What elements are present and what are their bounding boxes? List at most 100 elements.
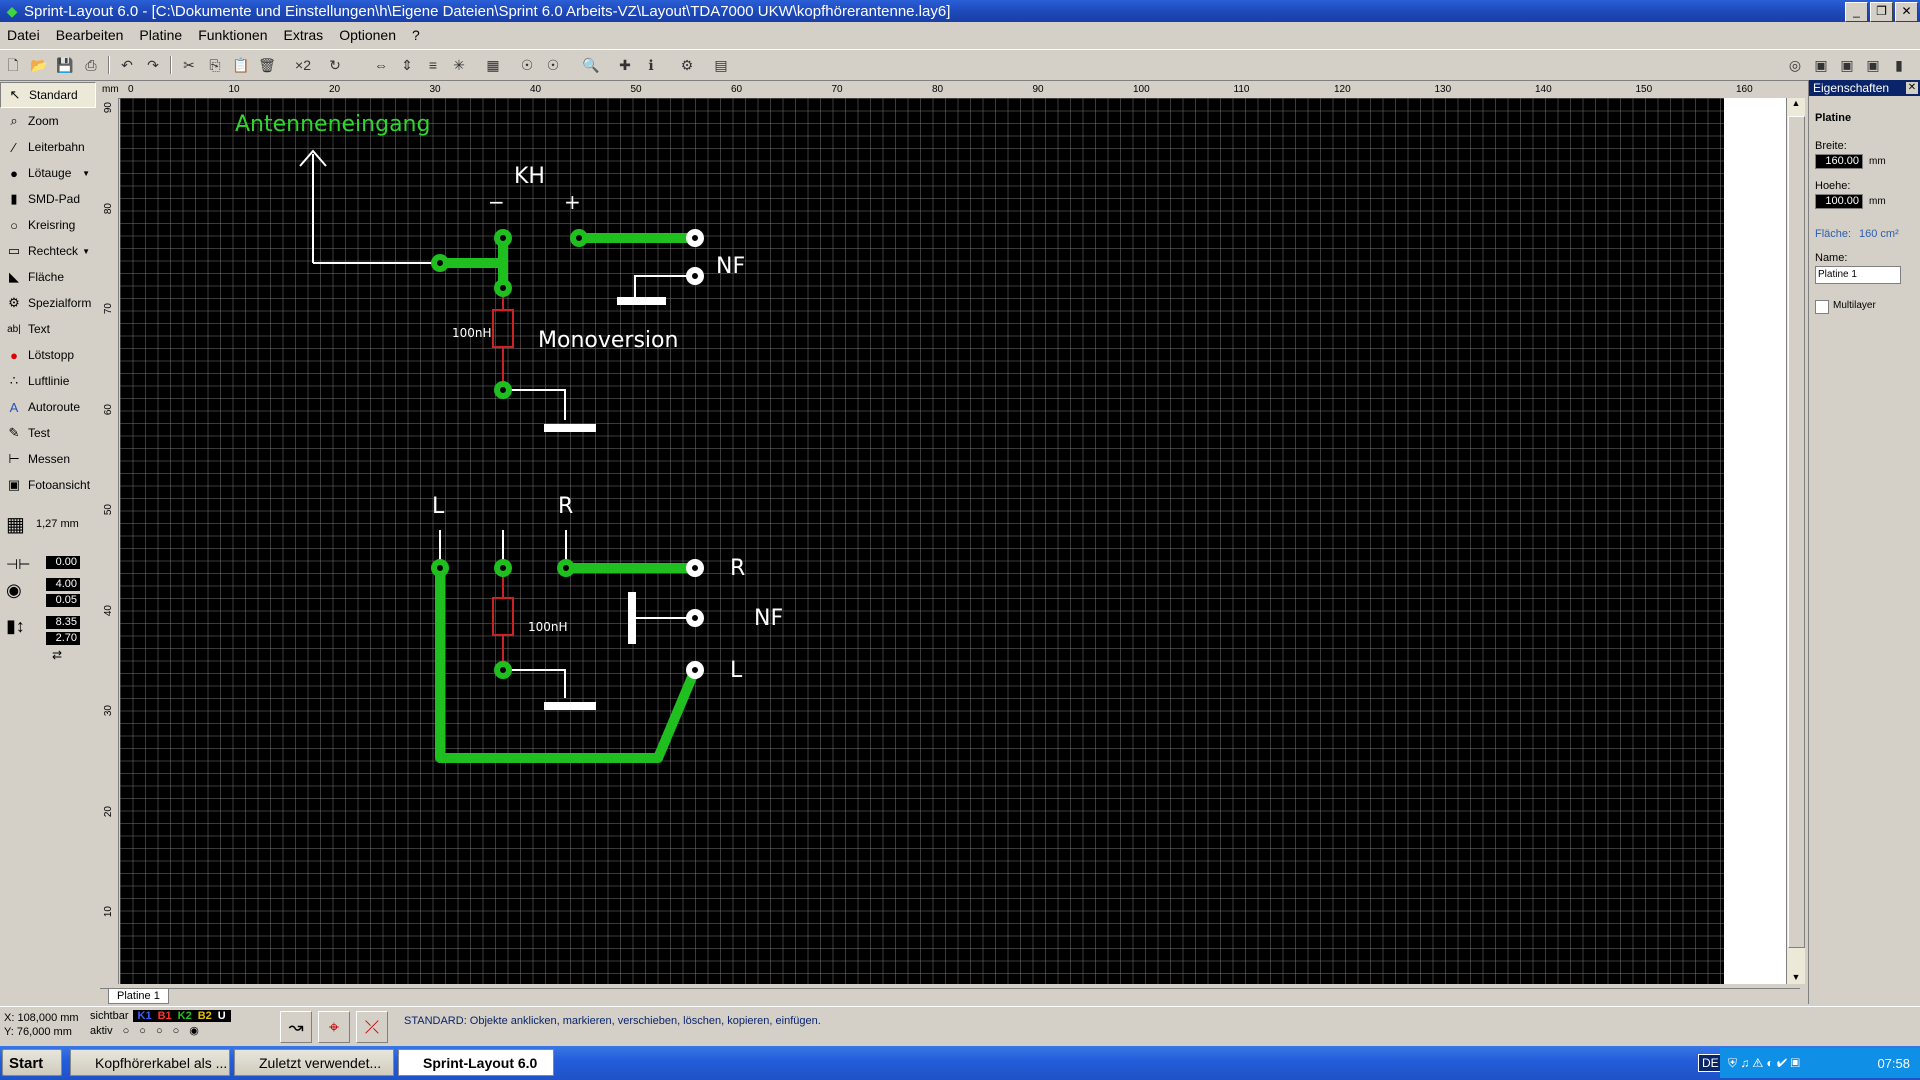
close-icon[interactable]: ✕ xyxy=(1906,82,1918,94)
hoehe-input[interactable]: 100.00 xyxy=(1815,194,1863,209)
vertical-scrollbar[interactable]: ▲ ▼ xyxy=(1786,98,1805,984)
lock-icon[interactable]: ☉ xyxy=(516,54,538,76)
task-browser[interactable]: Kopfhörerkabel als ... xyxy=(70,1049,230,1076)
chevron-down-icon[interactable]: ▼ xyxy=(82,169,90,178)
radio-k2[interactable]: ○ xyxy=(156,1025,163,1037)
scroll-up-icon[interactable]: ▲ xyxy=(1787,98,1805,108)
breite-input[interactable]: 160.00 xyxy=(1815,154,1863,169)
tray-icons[interactable]: ⛨ ♫ ⚠ ◐ ✔ ▣ xyxy=(1720,1056,1800,1071)
group-icon[interactable]: ▦ xyxy=(482,54,504,76)
layer-icon[interactable]: ▮ xyxy=(1888,54,1910,76)
rotate-icon[interactable]: ↻ xyxy=(324,54,346,76)
open-file-icon[interactable]: 📂 xyxy=(28,54,50,76)
layer-b1[interactable]: B1 xyxy=(155,1010,175,1022)
date-icon[interactable]: ▤ xyxy=(710,54,732,76)
info-icon[interactable]: ℹ xyxy=(640,54,662,76)
new-file-icon[interactable]: 🗋 xyxy=(2,54,24,76)
tool-flaeche[interactable]: ◣ Fläche xyxy=(0,264,96,290)
task-explorer[interactable]: Zuletzt verwendet... xyxy=(234,1049,394,1076)
drc-icon[interactable]: ▣ xyxy=(1862,54,1884,76)
menu-help[interactable]: ? xyxy=(405,27,429,43)
radio-b1[interactable]: ○ xyxy=(139,1025,146,1037)
mirror-h-icon[interactable]: ⇔ xyxy=(370,54,392,76)
settings-gear-icon[interactable]: ⚙ xyxy=(676,54,698,76)
tool-rechteck[interactable]: ▭ Rechteck ▼ xyxy=(0,238,96,264)
ring-icon[interactable]: ◎ xyxy=(1784,54,1806,76)
swap-icon[interactable]: ⇄ xyxy=(52,648,62,662)
r1-icon[interactable]: ▣ xyxy=(1810,54,1832,76)
tool-test[interactable]: ✎ Test xyxy=(0,420,96,446)
grid-icon[interactable]: ▦ xyxy=(6,514,28,536)
menu-funktionen[interactable]: Funktionen xyxy=(191,27,276,43)
menu-optionen[interactable]: Optionen xyxy=(332,27,405,43)
redo-icon[interactable]: ↷ xyxy=(142,54,164,76)
no-connect-icon[interactable]: ⤫ xyxy=(356,1011,388,1043)
pad-inner-input[interactable]: 0.05 xyxy=(46,594,80,607)
tool-kreisring[interactable]: ○ Kreisring xyxy=(0,212,96,238)
menu-platine[interactable]: Platine xyxy=(132,27,191,43)
tool-standard[interactable]: ↖ Standard xyxy=(0,82,96,108)
tool-smd-pad[interactable]: ▮ SMD-Pad xyxy=(0,186,96,212)
rubberband-icon[interactable]: ↝ xyxy=(280,1011,312,1043)
tool-zoom[interactable]: ⌕ Zoom xyxy=(0,108,96,134)
scroll-down-icon[interactable]: ▼ xyxy=(1787,972,1805,982)
menu-extras[interactable]: Extras xyxy=(277,27,333,43)
tool-autoroute[interactable]: A Autoroute xyxy=(0,394,96,420)
language-indicator[interactable]: DE xyxy=(1698,1054,1723,1072)
align-icon[interactable]: ≡ xyxy=(422,54,444,76)
copy-icon[interactable]: ⎘ xyxy=(204,54,226,76)
tab-platine-1[interactable]: Platine 1 xyxy=(108,989,169,1004)
name-input[interactable]: Platine 1 xyxy=(1815,266,1901,284)
tool-spezialform[interactable]: ⚙ Spezialform xyxy=(0,290,96,316)
radio-u[interactable]: ◉ xyxy=(189,1024,199,1037)
pcb-canvas[interactable]: Antenneneingang KH − + NF 100nH Monovers… xyxy=(120,98,1724,984)
smd-width-input[interactable]: 8.35 xyxy=(46,616,80,629)
mirror-v-icon[interactable]: ⇕ xyxy=(396,54,418,76)
tool-leiterbahn[interactable]: ∕ Leiterbahn xyxy=(0,134,96,160)
track-width-icon[interactable]: ⊣⊢ xyxy=(6,556,30,573)
layer-k2[interactable]: K2 xyxy=(175,1010,195,1022)
layer-k1[interactable]: K1 xyxy=(135,1010,155,1022)
menu-datei[interactable]: Datei xyxy=(0,27,49,43)
track-width-input[interactable]: 0.00 xyxy=(46,556,80,569)
undo-icon[interactable]: ↶ xyxy=(116,54,138,76)
close-button[interactable]: ✕ xyxy=(1895,2,1918,22)
radio-k1[interactable]: ○ xyxy=(123,1025,130,1037)
layer-u[interactable]: U xyxy=(215,1010,229,1022)
save-icon[interactable]: 💾 xyxy=(54,54,76,76)
ruler-top-label: 100 xyxy=(1133,84,1150,95)
unlock-icon[interactable]: ☉ xyxy=(542,54,564,76)
tool-luftlinie[interactable]: ∴ Luftlinie xyxy=(0,368,96,394)
zoom-search-icon[interactable]: 🔍 xyxy=(580,54,602,76)
snap-icon[interactable]: ✳ xyxy=(448,54,470,76)
grid-value[interactable]: 1,27 mm xyxy=(36,518,79,530)
start-button[interactable]: Start xyxy=(2,1049,62,1076)
connect-icon[interactable]: ✚ xyxy=(614,54,636,76)
layer-b2[interactable]: B2 xyxy=(195,1010,215,1022)
duplicate-icon[interactable]: ×2 xyxy=(292,54,314,76)
task-sprint-layout[interactable]: Sprint-Layout 6.0 xyxy=(398,1049,554,1076)
smd-size-icon[interactable]: ▮↕ xyxy=(6,616,25,637)
pad-outer-input[interactable]: 4.00 xyxy=(46,578,80,591)
cut-icon[interactable]: ✂ xyxy=(178,54,200,76)
tool-loetauge[interactable]: ● Lötauge ▼ xyxy=(0,160,96,186)
chevron-down-icon[interactable]: ▼ xyxy=(82,247,90,256)
ruler-top-label: 140 xyxy=(1535,84,1552,95)
minimize-button[interactable]: _ xyxy=(1845,2,1868,22)
radio-b2[interactable]: ○ xyxy=(173,1025,180,1037)
menu-bearbeiten[interactable]: Bearbeiten xyxy=(49,27,133,43)
scroll-thumb[interactable] xyxy=(1788,116,1805,948)
tool-messen[interactable]: ⊢ Messen xyxy=(0,446,96,472)
tool-fotoansicht[interactable]: ▣ Fotoansicht xyxy=(0,472,96,498)
maximize-button[interactable]: ❐ xyxy=(1870,2,1893,22)
paste-icon[interactable]: 📋 xyxy=(230,54,252,76)
delete-icon[interactable]: 🗑 xyxy=(256,54,278,76)
print-icon[interactable]: ⎙ xyxy=(80,54,102,76)
help-check-icon[interactable]: ▣ xyxy=(1836,54,1858,76)
smd-height-input[interactable]: 2.70 xyxy=(46,632,80,645)
multilayer-checkbox[interactable] xyxy=(1815,300,1829,314)
crosshair-icon[interactable]: ⌖ xyxy=(318,1011,350,1043)
tool-loetstopp[interactable]: ● Lötstopp xyxy=(0,342,96,368)
pad-size-icon[interactable]: ◉ xyxy=(6,580,22,601)
tool-text[interactable]: ab| Text xyxy=(0,316,96,342)
